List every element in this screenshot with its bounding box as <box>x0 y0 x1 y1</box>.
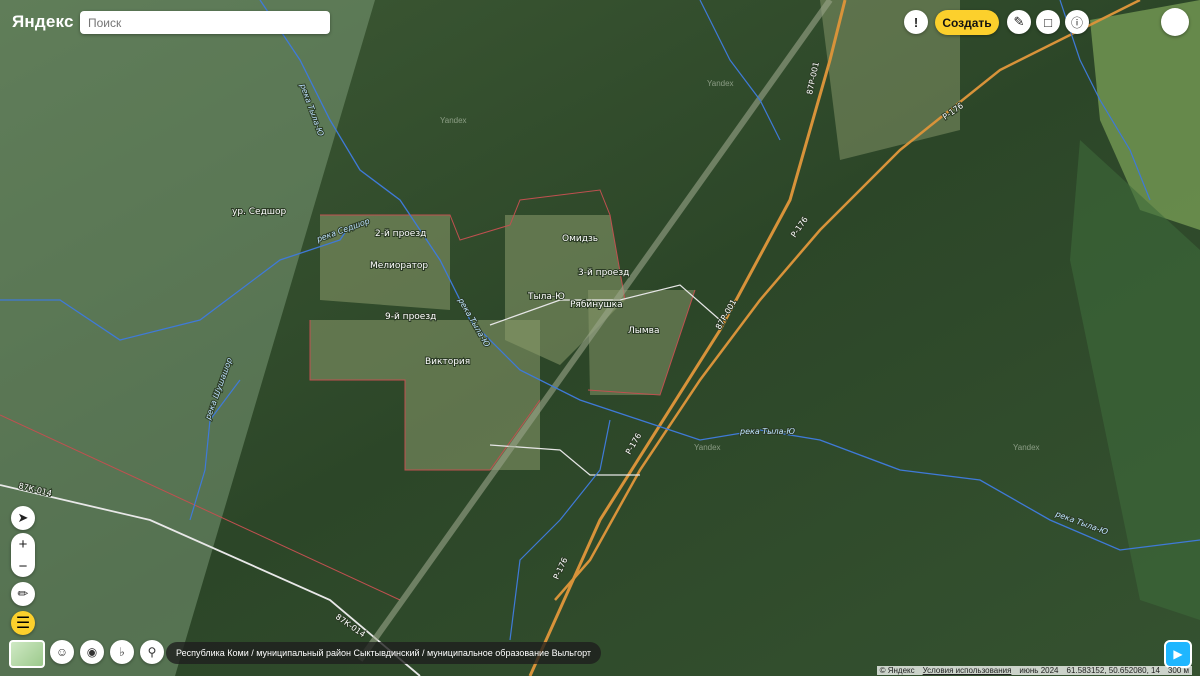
avatar[interactable] <box>1161 8 1189 36</box>
search-input[interactable] <box>80 11 330 34</box>
measure-icon[interactable]: ✏ <box>11 582 35 606</box>
layers-icon[interactable]: ☰ <box>11 611 35 635</box>
exclamation-icon[interactable]: ! <box>904 10 928 34</box>
label-river-3: река Тыла-Ю <box>739 427 795 436</box>
watermark-2: Yandex <box>440 116 467 125</box>
status-bar: © Яндекс Условия использования июнь 2024… <box>876 666 1192 675</box>
copyright: © Яндекс <box>879 666 915 675</box>
label-2-proezd: 2-й проезд <box>375 229 426 239</box>
coordinates[interactable]: 61.583152, 50.652080, 14 <box>1067 666 1160 675</box>
transport-icon[interactable]: ♭ <box>110 640 134 664</box>
watermark-4: Yandex <box>1013 443 1040 452</box>
label-tyla-yu: Тыла-Ю <box>527 292 565 302</box>
yandex-logo[interactable]: Яндекс <box>12 12 74 32</box>
navigator-app-icon[interactable]: ▶ <box>1164 640 1192 668</box>
navigation-arrow-icon[interactable]: ➤ <box>11 506 35 530</box>
terms-link[interactable]: Условия использования <box>923 666 1012 675</box>
label-lymva: Лымва <box>628 326 659 336</box>
satellite-map[interactable]: Мелиоратор 2-й проезд 9-й проезд Тыла-Ю … <box>0 0 1200 676</box>
ruler-icon[interactable]: ✎ <box>1007 10 1031 34</box>
map-type-thumbnail[interactable] <box>9 640 45 668</box>
zoom-in-button[interactable]: + <box>11 533 35 555</box>
label-ryabinushka: Рябинушка <box>570 300 623 310</box>
info-icon[interactable]: ⓘ <box>1065 10 1089 34</box>
pin-icon[interactable]: ⚲ <box>140 640 164 664</box>
breadcrumb[interactable]: Республика Коми / муниципальный район Сы… <box>166 642 602 664</box>
watermark-1: Yandex <box>707 79 734 88</box>
imagery-date: июнь 2024 <box>1019 666 1059 675</box>
watermark-3: Yandex <box>694 443 721 452</box>
person-icon[interactable]: ☺ <box>50 640 74 664</box>
camera-icon[interactable]: ◉ <box>80 640 104 664</box>
label-meliorator: Мелиоратор <box>370 261 428 271</box>
scale-label: 300 м <box>1167 666 1189 675</box>
label-ur-sedshor: ур. Седшор <box>232 207 287 217</box>
zoom-control[interactable]: + − <box>11 533 35 577</box>
chat-icon[interactable]: □ <box>1036 10 1060 34</box>
label-viktoriya: Виктория <box>425 357 470 367</box>
label-omidz: Омидзь <box>562 234 598 244</box>
label-9-proezd: 9-й проезд <box>385 312 436 322</box>
search-box[interactable] <box>80 11 330 34</box>
label-3-proezd: 3-й проезд <box>578 268 629 278</box>
zoom-out-button[interactable]: − <box>11 555 35 577</box>
create-button[interactable]: Создать <box>935 10 999 35</box>
